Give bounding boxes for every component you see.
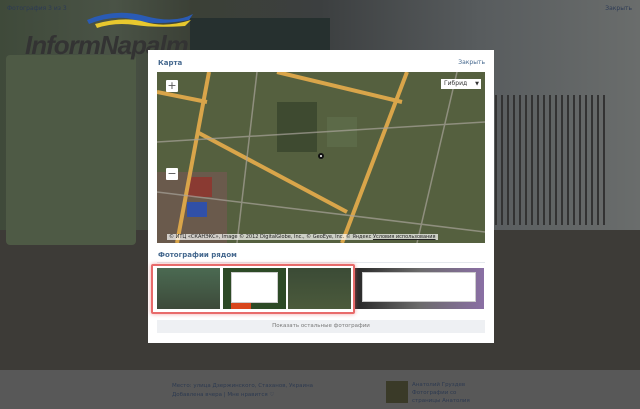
copyright-text: © ИТЦ «СКАНЭКС», Image © 2012 DigitalGlo… bbox=[169, 234, 372, 240]
modal-title: Карта bbox=[158, 59, 183, 67]
author-avatar[interactable] bbox=[386, 381, 408, 403]
map-copyright: © ИТЦ «СКАНЭКС», Image © 2012 DigitalGlo… bbox=[167, 234, 438, 240]
zoom-in-button[interactable]: + bbox=[166, 80, 178, 92]
like-link[interactable]: Мне нравится ♡ bbox=[227, 392, 274, 398]
satellite-map[interactable]: + − Гибрид ▼ © ИТЦ «СКАНЭКС», Image © 201… bbox=[157, 72, 485, 243]
dropdown-arrow-icon: ▼ bbox=[475, 81, 479, 87]
show-more-photos-button[interactable]: Показать остальные фотографии bbox=[157, 320, 485, 333]
viewer-close-link[interactable]: Закрыть bbox=[605, 5, 632, 12]
flag-logo-icon bbox=[87, 12, 193, 28]
author-info: Анатолий Груздев Фотографии со страницы … bbox=[412, 381, 472, 405]
nearby-photos-title: Фотографии рядом bbox=[158, 251, 237, 259]
map-modal: Карта Закрыть + − Гибрид ▼ © ИТЦ «СКАНЭКС… bbox=[148, 50, 494, 343]
terms-link[interactable]: Условия использования bbox=[373, 234, 436, 240]
divider bbox=[157, 262, 485, 263]
zoom-out-button[interactable]: − bbox=[166, 168, 178, 180]
photo-counter: Фотография 3 из 3 bbox=[7, 5, 67, 12]
place-text: Место: улица Дзержинского, Стаханов, Укр… bbox=[172, 383, 314, 389]
modal-close-link[interactable]: Закрыть bbox=[458, 59, 485, 66]
map-type-select[interactable]: Гибрид ▼ bbox=[441, 79, 481, 89]
map-type-value: Гибрид bbox=[444, 80, 468, 87]
highlight-box bbox=[151, 264, 355, 314]
photo-info: Место: улица Дзержинского, Стаханов, Укр… bbox=[172, 383, 314, 398]
album-source[interactable]: Фотографии со страницы Анатолия bbox=[412, 389, 472, 405]
author-name-link[interactable]: Анатолий Груздев bbox=[412, 381, 472, 389]
photo-thumbnail[interactable] bbox=[354, 268, 484, 309]
added-date: Добавлена вчера bbox=[172, 392, 223, 398]
map-imagery bbox=[157, 72, 485, 243]
